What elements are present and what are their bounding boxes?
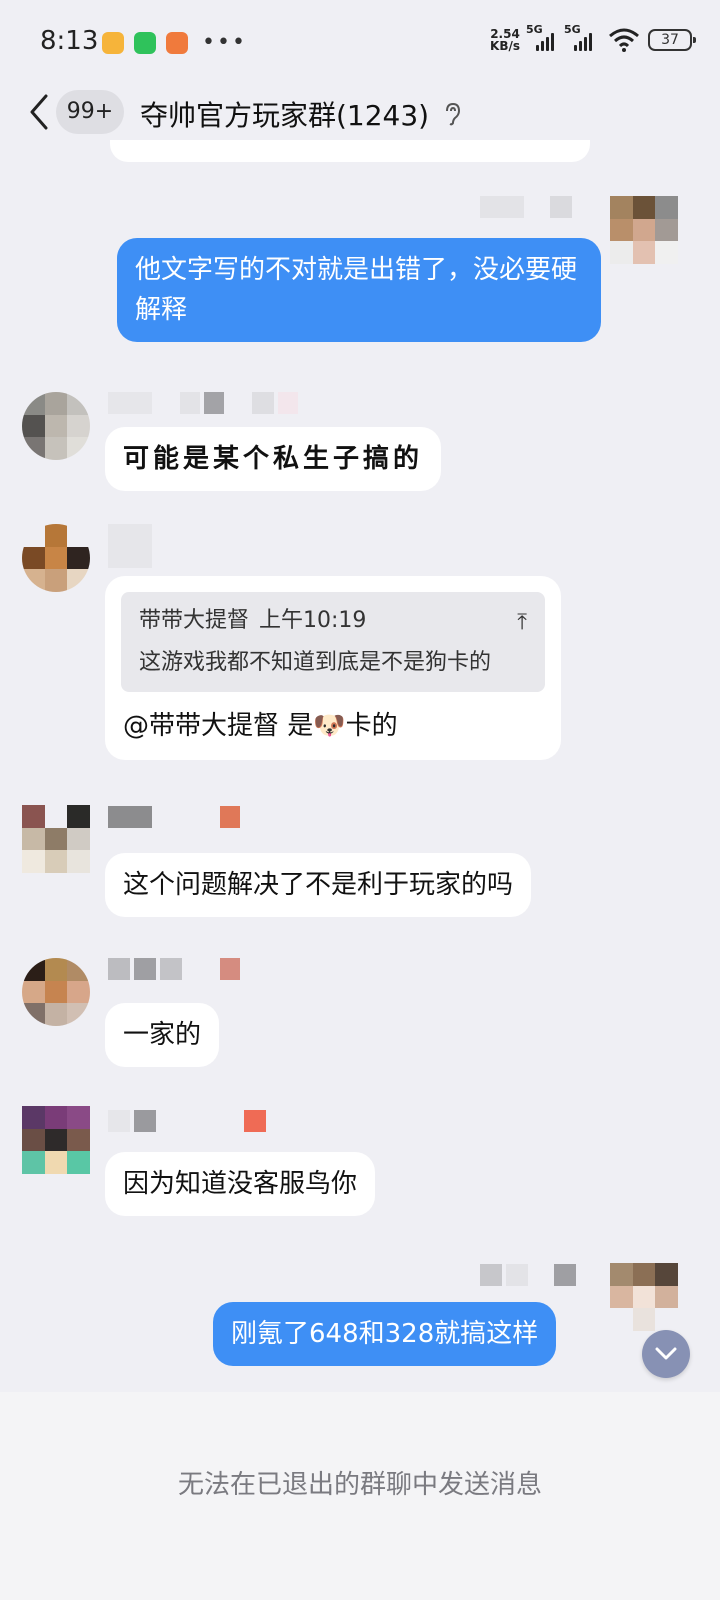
message-bubble-incoming[interactable]: 因为知道没客服鸟你 [105,1152,376,1216]
chevron-down-icon [655,1347,677,1360]
sender-name-blurred [108,392,298,414]
wechat-icon [134,31,156,54]
sender-name-blurred [108,806,240,828]
signal-icon: 5G [564,23,600,51]
status-time: 8:13 [40,26,99,56]
avatar[interactable] [610,196,678,264]
status-bar: 8:13 ••• 2.54 KB/s 5G 5G 37 [0,0,720,84]
quoted-author: 带带大提督 [139,608,250,633]
back-arrow-icon[interactable] [22,92,56,132]
message-list[interactable]: 他文字写的不对就是出错了，没必要硬解释 可能是某个私生子搞的 带带大提督 上午1… [0,140,720,1392]
partial-message-bubble [110,140,590,162]
sender-name-blurred [480,1264,576,1286]
message-bubble-outgoing[interactable]: 刚氪了648和328就搞这样 [213,1302,557,1366]
avatar[interactable] [22,524,90,592]
sender-name-blurred [108,524,152,568]
ear-icon [446,102,461,126]
unread-badge[interactable]: 99+ [56,90,124,134]
system-indicators: 2.54 KB/s 5G 5G 37 [490,23,696,53]
battery-icon: 37 [648,29,696,51]
app-icon [166,31,188,54]
message-icon [102,31,124,54]
sender-name-blurred [108,1110,266,1132]
avatar[interactable] [22,1106,90,1174]
reply-text: @带带大提督 是🐶卡的 [123,711,398,741]
quoted-message[interactable]: 带带大提督 上午10:19 ⤒ 这游戏我都不知道到底是不是狗卡的 [121,592,545,692]
avatar[interactable] [22,958,90,1026]
notification-icons: ••• [102,30,247,55]
message-bubble-incoming[interactable]: 这个问题解决了不是利于玩家的吗 [105,853,532,917]
message-bubble-incoming[interactable]: 可能是某个私生子搞的 [105,427,442,491]
jump-to-quote-icon[interactable]: ⤒ [517,606,527,640]
sender-name-blurred [108,958,240,980]
avatar[interactable] [22,392,90,460]
reply-message-bubble[interactable]: 带带大提督 上午10:19 ⤒ 这游戏我都不知道到底是不是狗卡的 @带带大提督 … [105,576,561,760]
message-bubble-outgoing[interactable]: 他文字写的不对就是出错了，没必要硬解释 [117,238,601,342]
cannot-send-notice: 无法在已退出的群聊中发送消息 [177,1470,542,1500]
input-disabled-area: 无法在已退出的群聊中发送消息 [0,1392,720,1600]
avatar[interactable] [22,805,90,873]
scroll-to-bottom-button[interactable] [642,1330,690,1378]
wifi-icon [609,28,639,52]
signal-icon: 5G [526,23,558,51]
mention-link[interactable]: @带带大提督 [123,711,279,741]
dog-emoji-icon: 🐶 [313,711,346,741]
chat-title[interactable]: 夺帅官方玩家群(1243) [140,94,429,134]
message-bubble-incoming[interactable]: 一家的 [105,1003,220,1067]
chat-header: 99+ 夺帅官方玩家群(1243) [0,84,720,140]
quoted-time: 上午10:19 [259,608,367,633]
network-speed: 2.54 KB/s [490,27,520,53]
sender-name-blurred [480,196,572,218]
quoted-text: 这游戏我都不知道到底是不是狗卡的 [139,650,492,675]
more-notifications-icon: ••• [202,30,247,55]
avatar[interactable] [610,1263,678,1331]
